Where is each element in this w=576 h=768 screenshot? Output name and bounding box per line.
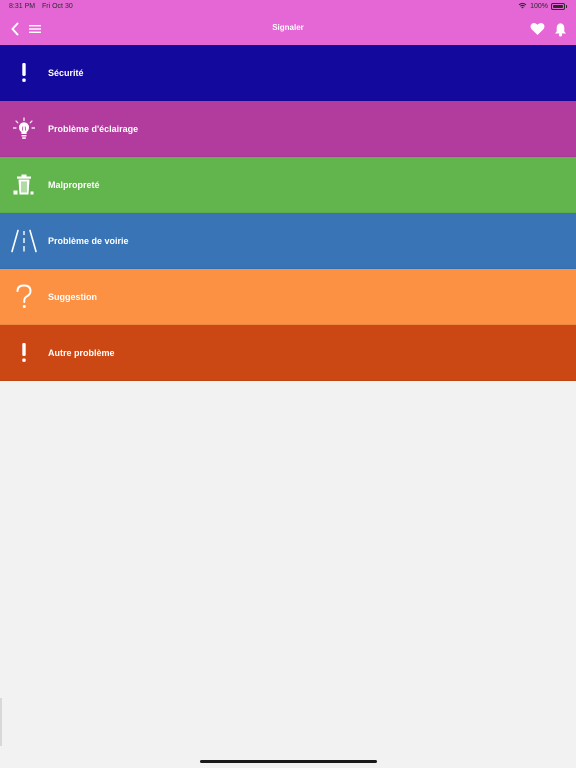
exclamation-icon — [0, 45, 48, 101]
category-label: Autre problème — [48, 347, 115, 358]
nav-bar: Signaler — [0, 14, 576, 45]
status-bar: 8:31 PM Fri Oct 30 100% — [0, 0, 576, 14]
category-label: Suggestion — [48, 291, 97, 302]
battery-icon — [551, 3, 565, 10]
category-lighting[interactable]: Problème d'éclairage — [0, 101, 576, 157]
exclamation-icon — [0, 325, 48, 381]
home-indicator[interactable] — [200, 760, 377, 763]
page-title: Signaler — [272, 23, 304, 32]
category-label: Problème de voirie — [48, 235, 129, 246]
road-icon — [0, 213, 48, 269]
status-time: 8:31 PM — [9, 3, 36, 10]
battery-tip — [566, 5, 567, 8]
category-uncleanliness[interactable]: Malpropreté — [0, 157, 576, 213]
category-road[interactable]: Problème de voirie — [0, 213, 576, 269]
wifi-icon — [518, 2, 527, 11]
category-label: Sécurité — [48, 67, 84, 78]
category-label: Malpropreté — [48, 179, 100, 190]
status-right: 100% — [518, 2, 567, 11]
heart-icon — [530, 23, 544, 35]
category-label: Problème d'éclairage — [48, 123, 139, 134]
trash-icon — [0, 157, 48, 213]
category-suggestion[interactable]: Suggestion — [0, 269, 576, 325]
category-list: Sécurité Problème d'éclairage Malpropret… — [0, 45, 576, 381]
side-handle — [0, 698, 2, 746]
notifications-button[interactable] — [551, 20, 569, 38]
favorites-button[interactable] — [528, 20, 546, 38]
question-icon — [0, 269, 48, 325]
bell-icon — [554, 22, 566, 36]
status-date: Fri Oct 30 — [42, 3, 73, 10]
category-other[interactable]: Autre problème — [0, 325, 576, 381]
category-security[interactable]: Sécurité — [0, 45, 576, 101]
header-bar: 8:31 PM Fri Oct 30 100% Signaler — [0, 0, 576, 45]
battery-percent: 100% — [530, 3, 548, 10]
lightbulb-icon — [0, 101, 48, 157]
